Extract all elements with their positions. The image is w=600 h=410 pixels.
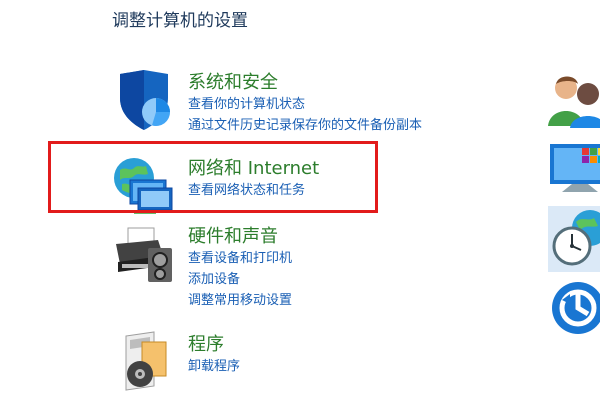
- category-title-hardware-sound[interactable]: 硬件和声音: [188, 222, 278, 248]
- category-title-programs[interactable]: 程序: [188, 330, 224, 356]
- link-add-device[interactable]: 添加设备: [188, 269, 292, 290]
- link-file-history-backup[interactable]: 通过文件历史记录保存你的文件备份副本: [188, 115, 422, 136]
- link-view-computer-status[interactable]: 查看你的计算机状态: [188, 94, 422, 115]
- page-title: 调整计算机的设置: [112, 11, 248, 31]
- category-programs: 程序 卸载程序: [112, 330, 412, 410]
- link-uninstall-program[interactable]: 卸载程序: [188, 356, 240, 377]
- clock-globe-icon[interactable]: [548, 206, 600, 272]
- printer-icon[interactable]: [112, 222, 176, 286]
- user-accounts-icon[interactable]: [548, 72, 600, 128]
- link-devices-printers[interactable]: 查看设备和打印机: [188, 248, 292, 269]
- shield-icon[interactable]: [112, 68, 176, 132]
- category-title-system-security[interactable]: 系统和安全: [188, 68, 278, 94]
- programs-icon[interactable]: [112, 330, 176, 394]
- highlight-box: [48, 141, 378, 213]
- category-system-security: 系统和安全 查看你的计算机状态 通过文件历史记录保存你的文件备份副本: [112, 68, 422, 148]
- ease-of-access-icon[interactable]: [548, 280, 600, 336]
- category-hardware-sound: 硬件和声音 查看设备和打印机 添加设备 调整常用移动设置: [112, 222, 412, 308]
- appearance-icon[interactable]: [548, 140, 600, 196]
- link-mobility-settings[interactable]: 调整常用移动设置: [188, 290, 292, 311]
